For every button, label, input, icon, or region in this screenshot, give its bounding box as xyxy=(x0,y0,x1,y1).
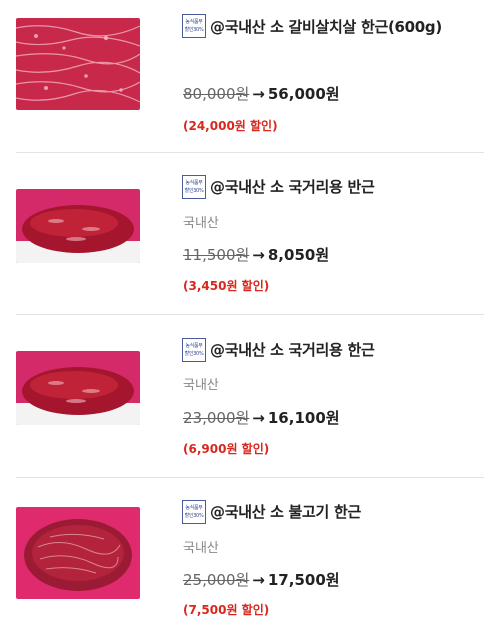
arrow-icon: → xyxy=(252,246,265,264)
original-price: 11,500원 xyxy=(183,246,250,264)
discount-amount: (6,900원 할인) xyxy=(183,442,270,456)
origin-label: 국내산 xyxy=(183,216,219,231)
product-title[interactable]: @국내산 소 불고기 한근 xyxy=(210,501,361,522)
arrow-icon: → xyxy=(252,571,265,589)
sale-price: 8,050원 xyxy=(267,246,330,264)
product-image[interactable] xyxy=(16,507,140,599)
price-row: 25,000원 → 17,500원 xyxy=(183,569,340,590)
original-price: 23,000원 xyxy=(183,409,250,427)
badge-line1: 농식품부 xyxy=(185,343,203,349)
badge-line1: 농식품부 xyxy=(185,19,203,25)
badge-line2: 할인30% xyxy=(184,188,204,194)
arrow-icon: → xyxy=(252,85,265,103)
product-image[interactable] xyxy=(16,189,140,263)
price-row: 11,500원 → 8,050원 xyxy=(183,244,329,265)
badge-line2: 할인30% xyxy=(184,513,204,519)
discount-amount: (24,000원 할인) xyxy=(183,119,278,133)
product-image[interactable] xyxy=(16,18,140,110)
price-row: 80,000원 → 56,000원 xyxy=(183,83,340,104)
product-image[interactable] xyxy=(16,351,140,425)
original-price: 80,000원 xyxy=(183,85,250,103)
discount-amount: (7,500원 할인) xyxy=(183,603,270,617)
product-title[interactable]: @국내산 소 갈비살치살 한근(600g) xyxy=(210,16,442,37)
product-title[interactable]: @국내산 소 국거리용 반근 xyxy=(210,176,375,197)
divider xyxy=(16,314,484,315)
badge-line2: 할인30% xyxy=(184,351,204,357)
price-row: 23,000원 → 16,100원 xyxy=(183,407,340,428)
discount-badge: 농식품부 할인30% xyxy=(182,175,206,199)
badge-line2: 할인30% xyxy=(184,27,204,33)
origin-label: 국내산 xyxy=(183,541,219,556)
badge-line1: 농식품부 xyxy=(185,505,203,511)
divider xyxy=(16,477,484,478)
product-list: 농식품부 할인30% @국내산 소 갈비살치살 한근(600g) 80,000원… xyxy=(0,0,500,631)
discount-badge: 농식품부 할인30% xyxy=(182,338,206,362)
origin-label: 국내산 xyxy=(183,378,219,393)
discount-badge: 농식품부 할인30% xyxy=(182,500,206,524)
original-price: 25,000원 xyxy=(183,571,250,589)
sale-price: 16,100원 xyxy=(267,409,340,427)
divider xyxy=(16,152,484,153)
arrow-icon: → xyxy=(252,409,265,427)
discount-badge: 농식품부 할인30% xyxy=(182,14,206,38)
sale-price: 56,000원 xyxy=(267,85,340,103)
discount-amount: (3,450원 할인) xyxy=(183,279,270,293)
product-title[interactable]: @국내산 소 국거리용 한근 xyxy=(210,339,375,360)
sale-price: 17,500원 xyxy=(267,571,340,589)
badge-line1: 농식품부 xyxy=(185,180,203,186)
